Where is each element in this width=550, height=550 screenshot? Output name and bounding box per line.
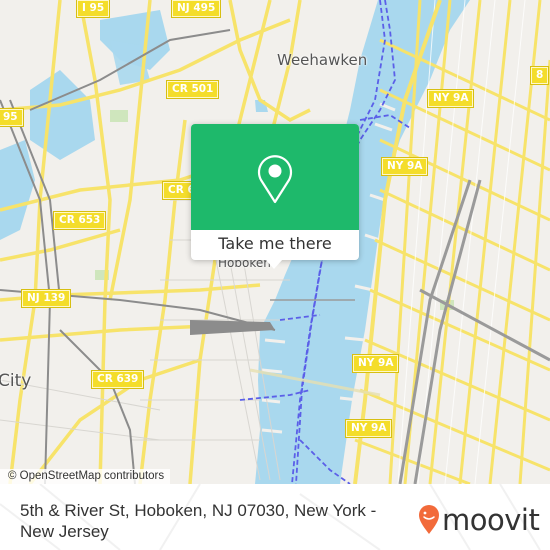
- take-me-there-button[interactable]: Take me there: [191, 230, 359, 260]
- popup-header: [191, 124, 359, 230]
- map-pin-icon: [257, 155, 293, 204]
- place-label-city: City: [0, 371, 32, 391]
- road-shield-cr653: CR 653: [52, 211, 107, 230]
- place-label-weehawken: Weehawken: [277, 51, 368, 69]
- bay-north: [30, 70, 95, 160]
- road-shield-nj139: NJ 139: [20, 289, 72, 308]
- road-shield-ny9a: NY 9A: [344, 419, 393, 438]
- location-popup: Take me there: [191, 124, 359, 269]
- moovit-wordmark: moovit: [442, 503, 540, 537]
- road-shield-cr639: CR 639: [90, 370, 145, 389]
- road-shield-i95: I 95: [75, 0, 111, 18]
- road-shield-ny9a: NY 9A: [351, 354, 400, 373]
- moovit-logo[interactable]: moovit: [418, 503, 540, 537]
- map-view[interactable]: I 95 NJ 495 CR 501 95 CR 653 CR 6 NJ 139…: [0, 0, 550, 484]
- address-text: 5th & River St, Hoboken, NJ 07030, New Y…: [20, 501, 377, 541]
- lake-west: [0, 140, 35, 240]
- road-shield-ny9a: NY 9A: [380, 157, 429, 176]
- road-shield-8: 8: [529, 66, 550, 85]
- road-shield-95: 95: [0, 108, 24, 127]
- road-shield-cr501: CR 501: [165, 80, 220, 99]
- road-shield-ny9a: NY 9A: [426, 89, 475, 108]
- map-attribution[interactable]: © OpenStreetMap contributors: [0, 469, 171, 484]
- road-shield-nj495: NJ 495: [170, 0, 222, 18]
- popup-pointer: [265, 259, 283, 269]
- moovit-pin-icon: [419, 505, 439, 534]
